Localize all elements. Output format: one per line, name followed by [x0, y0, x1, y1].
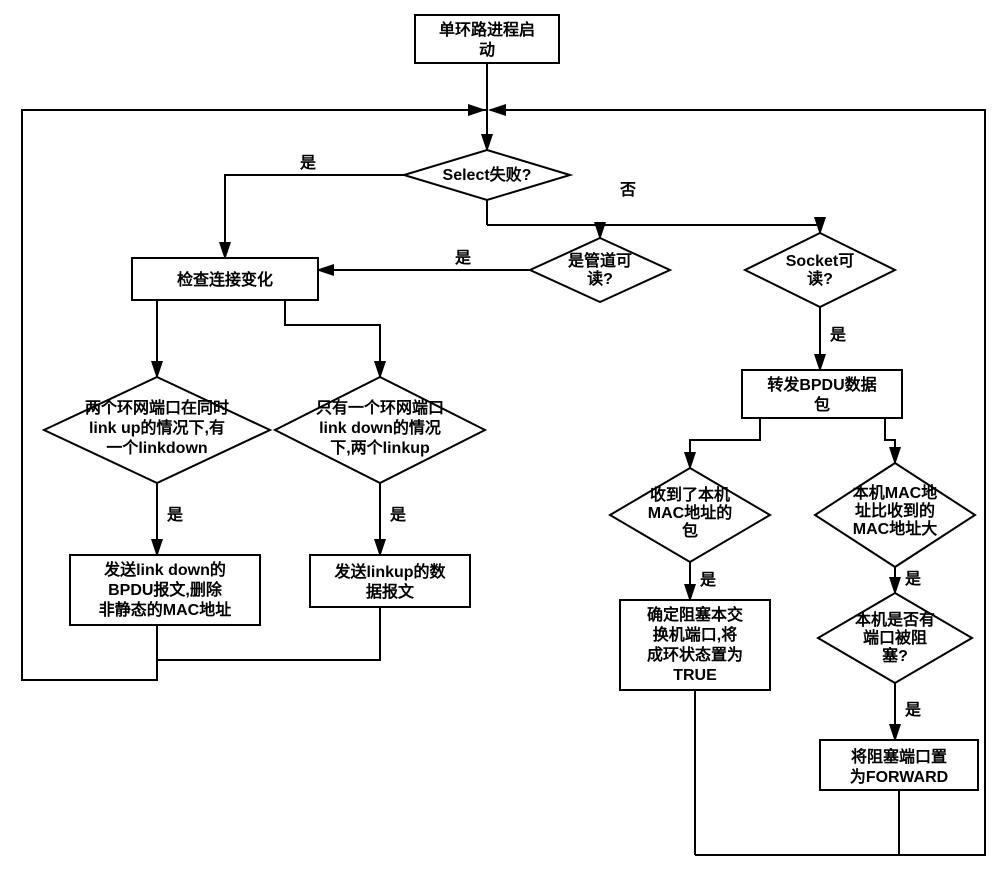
rxown-yes-label: 是 [699, 571, 716, 589]
settrue-l1: 确定阻塞本交 [647, 605, 743, 624]
edge-select-yes [225, 175, 404, 258]
macbig-l1: 本机MAC地 [853, 483, 937, 502]
fwd-l2: 包 [814, 395, 830, 414]
svg-text:单环路进程启: 单环路进程启 [439, 20, 535, 39]
macbig-l2: 址比收到的 [855, 501, 935, 520]
edge-check-right [285, 300, 380, 377]
portblk-l3: 塞? [882, 646, 908, 665]
svg-text:动: 动 [479, 41, 495, 59]
settrue-l3: 成环状态置为 [647, 645, 743, 664]
rxown-l1: 收到了本机 [650, 485, 730, 504]
pipe-yes-label: 是 [454, 249, 471, 267]
twoup-l1: 两个环网端口在同时 [85, 398, 229, 417]
node-pipe [530, 238, 670, 302]
onedown-l1: 只有一个环网端口 [316, 398, 444, 417]
forward-l2: 为FORWARD [850, 767, 948, 786]
senddown-l2: BPDU报文,删除 [108, 580, 223, 599]
onedown-l3: 下,两个linkup [330, 438, 430, 457]
fwd-l1: 转发BPDU数据 [767, 375, 876, 394]
portblk-yes-label: 是 [904, 701, 921, 719]
portblk-l1: 本机是否有 [855, 610, 935, 629]
edge-fwd-right [885, 418, 895, 463]
node-socket [745, 233, 895, 307]
socket-yes-label: 是 [829, 326, 846, 344]
flowchart: 单环路进程启 动 Select失败? 是 否 是管道可 读? Socket可 读… [0, 0, 1000, 881]
check-label: 检查连接变化 [177, 270, 273, 289]
portblk-l2: 端口被阻 [863, 628, 927, 647]
forward-l1: 将阻塞端口置 [851, 747, 947, 766]
senddown-l3: 非静态的MAC地址 [99, 600, 231, 619]
onedown-yes-label: 是 [389, 506, 406, 524]
settrue-l2: 换机端口,将 [653, 625, 737, 644]
macbig-l3: MAC地址大 [853, 519, 937, 538]
pipe-l1: 是管道可 [567, 251, 632, 270]
edge-to-socket [487, 225, 820, 233]
select-yes-label: 是 [299, 154, 316, 172]
select-no-label: 否 [619, 181, 636, 199]
edge-forward-down [695, 790, 899, 855]
macbig-yes-label: 是 [904, 570, 921, 588]
twoup-l2: link up的情况下,有 [89, 418, 225, 437]
twoup-yes-label: 是 [166, 506, 183, 524]
settrue-l4: TRUE [673, 667, 717, 684]
edge-fwd-left [690, 418, 760, 468]
rxown-l3: 包 [682, 521, 698, 540]
start-l1: 单环路进程启 [439, 20, 535, 39]
start-l2: 动 [479, 41, 495, 59]
twoup-l3: 一个linkdown [106, 438, 207, 457]
rxown-l2: MAC地址的 [648, 503, 732, 522]
select-label: Select失败? [443, 165, 532, 184]
sendup-l2: 据报文 [366, 582, 415, 601]
pipe-l2: 读? [587, 269, 613, 288]
edge-to-pipe [487, 225, 600, 238]
socket-l2: 读? [807, 269, 833, 288]
onedown-l2: link down的情况 [319, 418, 441, 437]
senddown-l1: 发送link down的 [103, 560, 226, 579]
socket-l1: Socket可 [786, 253, 854, 270]
sendup-l1: 发送linkup的数 [333, 562, 446, 581]
